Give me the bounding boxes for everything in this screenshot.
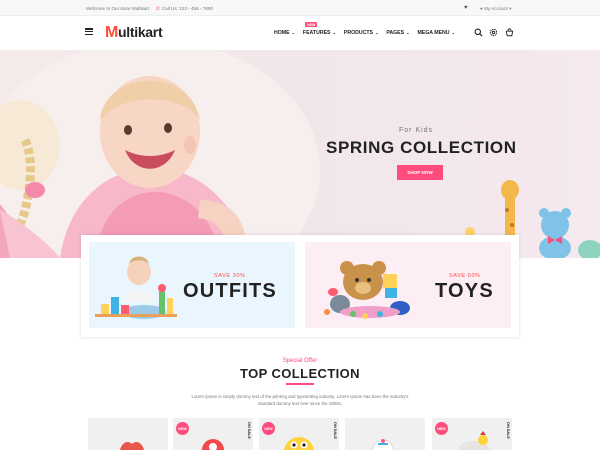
shop-now-button[interactable]: SHOP NOW: [397, 165, 443, 180]
product-card[interactable]: [88, 418, 168, 450]
chevron-down-icon: ⌄: [451, 30, 455, 35]
outfits-banner[interactable]: SAVE 30% OUTFITS: [89, 242, 295, 328]
top-bar: Welcome to Our store Multikart ✆ Call Us:…: [0, 0, 600, 16]
special-offer-label: Special Offer: [282, 358, 318, 364]
phone-text: Call Us: 123 - 456 - 7890: [161, 5, 213, 11]
nav-products[interactable]: PRODUCTS ⌄: [344, 30, 378, 36]
nav-label: PRODUCTS: [343, 30, 373, 36]
outfits-discount: SAVE 30%: [214, 273, 246, 279]
my-account-dropdown[interactable]: ● My Account ▾: [480, 6, 511, 12]
account-label: My Account: [484, 5, 508, 11]
section-title: TOP COLLECTION: [240, 366, 360, 381]
product-card[interactable]: [345, 418, 425, 450]
product-image: [120, 442, 144, 450]
toys-title: TOYS: [435, 280, 494, 302]
new-badge: NEW: [262, 422, 275, 435]
nav-home[interactable]: HOME ⌄: [274, 30, 295, 36]
on-sale-label: ON SALE: [247, 422, 251, 439]
nav-label: FEATURES: [302, 30, 331, 36]
hero-banner: For Kids SPRING COLLECTION SHOP NOW: [0, 50, 600, 258]
chevron-down-icon: ⌄: [332, 30, 336, 35]
section-description: Lorem Ipsum is simply dummy text of the …: [191, 394, 409, 406]
menu-icon[interactable]: [85, 28, 93, 36]
phone-icon: ✆: [156, 5, 160, 11]
phone-info: ✆ Call Us: 123 - 456 - 7890: [156, 6, 213, 12]
product-card[interactable]: NEW ON SALE: [173, 418, 253, 450]
outfits-title: OUTFITS: [183, 280, 277, 302]
toys-banner[interactable]: SAVE 60% TOYS: [305, 242, 511, 328]
main-header: Multikart NEW HOME ⌄ FEATURES ⌄ PRODUCTS ⌄ …: [0, 16, 600, 50]
nav-mega-menu[interactable]: MEGA MENU ⌄: [417, 30, 454, 36]
title-underline: [286, 383, 314, 385]
new-badge: NEW: [435, 422, 448, 435]
logo-initial: M: [105, 24, 119, 41]
logo[interactable]: Multikart: [105, 24, 163, 42]
main-nav: HOME ⌄ FEATURES ⌄ PRODUCTS ⌄ PAGES ⌄ MEGA ME…: [274, 30, 455, 36]
cart-icon[interactable]: [505, 28, 514, 37]
nav-features[interactable]: FEATURES ⌄: [303, 30, 336, 36]
new-badge: NEW: [176, 422, 189, 435]
user-icon: ●: [480, 5, 483, 11]
category-banners: SAVE 30% OUTFITS SAVE 60% TOYS: [81, 235, 519, 337]
welcome-text: Welcome to Our store Multikart: [86, 5, 150, 11]
chevron-down-icon: ▾: [509, 5, 512, 11]
logo-text: ultikart: [118, 24, 163, 40]
hero-subtitle: For Kids: [399, 127, 434, 134]
nav-label: HOME: [274, 30, 290, 36]
product-card[interactable]: NEW ON SALE: [259, 418, 339, 450]
heart-icon[interactable]: ♥: [464, 5, 468, 11]
nav-label: PAGES: [386, 30, 405, 36]
chevron-down-icon: ⌄: [291, 30, 295, 35]
new-badge: NEW: [305, 22, 318, 27]
nav-pages[interactable]: PAGES ⌄: [386, 30, 409, 36]
on-sale-label: ON SALE: [333, 422, 337, 439]
on-sale-label: ON SALE: [506, 422, 510, 439]
search-icon[interactable]: [474, 28, 483, 37]
chevron-down-icon: ⌄: [374, 30, 379, 35]
toys-discount: SAVE 60%: [449, 273, 481, 279]
gear-icon[interactable]: [489, 28, 498, 37]
product-card[interactable]: NEW ON SALE: [432, 418, 512, 450]
nav-label: MEGA MENU: [417, 30, 450, 36]
chevron-down-icon: ⌄: [406, 30, 410, 35]
product-image: [372, 439, 394, 450]
hero-title: SPRING COLLECTION: [326, 138, 517, 157]
